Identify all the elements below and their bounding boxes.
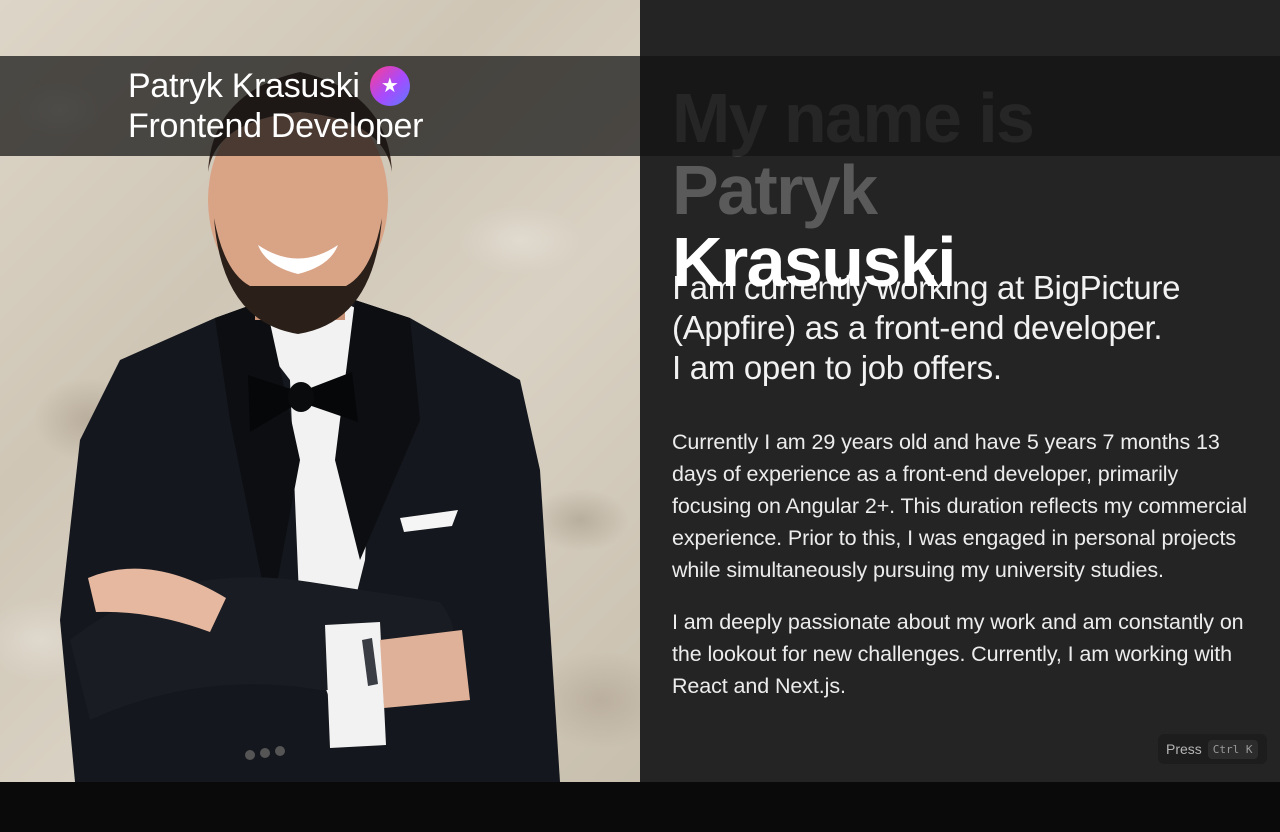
bio-paragraph: Currently I am 29 years old and have 5 y…: [672, 430, 1247, 582]
header-name: Patryk Krasuski: [128, 67, 360, 105]
command-palette-hint[interactable]: Press Ctrl K: [1158, 734, 1267, 764]
hero-name-line2: Krasuski: [672, 223, 957, 301]
shortcut-key: Ctrl K: [1207, 739, 1258, 759]
header-role: Frontend Developer: [128, 107, 424, 145]
lead-line: I am open to job offers.: [672, 349, 1002, 386]
header-title: Patryk Krasuski ★ Frontend Developer: [128, 66, 423, 146]
sparkle-emoji-icon: ★: [369, 66, 410, 106]
lead-line: (Appfire) as a front-end developer.: [672, 309, 1163, 346]
bio-paragraph: I am deeply passionate about my work and…: [672, 610, 1244, 698]
bio: Currently I am 29 years old and have 5 y…: [672, 426, 1257, 702]
top-band-right: [640, 0, 1280, 56]
bottom-strip: [0, 782, 1280, 832]
top-band: [0, 0, 1280, 56]
hint-label: Press: [1166, 741, 1202, 757]
